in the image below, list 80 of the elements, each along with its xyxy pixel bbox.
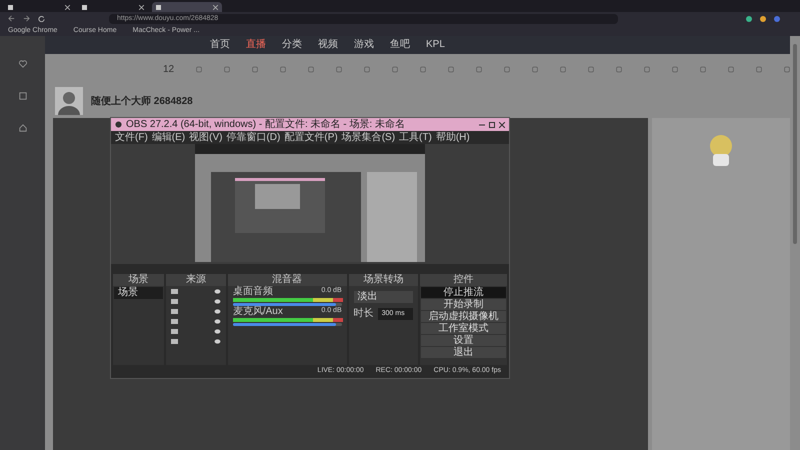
nav-link[interactable]: 游戏 (354, 40, 374, 50)
heart-icon[interactable] (18, 60, 26, 68)
toolbar-icon[interactable] (644, 64, 650, 74)
grid-icon[interactable] (18, 92, 26, 100)
page-icon (8, 4, 13, 10)
app-icon (115, 121, 122, 128)
transition-dropdown[interactable]: 淡出 (354, 291, 413, 303)
extension-icon[interactable] (774, 16, 780, 22)
toolbar-icon[interactable] (700, 64, 706, 74)
window-title: OBS 27.2.4 (64-bit, windows) - 配置文件: 未命名 - 场景: 未命名 (126, 120, 406, 130)
toolbar-icon[interactable] (728, 64, 734, 74)
toolbar-icon[interactable] (616, 64, 622, 74)
channel-name: 麦克风/Aux (232, 307, 283, 317)
toolbar-icon[interactable] (224, 64, 230, 74)
page-icon (82, 4, 87, 10)
close-icon[interactable] (65, 4, 70, 10)
dock-title: 场景转场 (348, 274, 418, 286)
browser-tab[interactable] (152, 2, 222, 12)
follower-count: 12 (162, 62, 174, 76)
maximize-icon[interactable] (489, 122, 495, 128)
extension-icon[interactable] (760, 16, 766, 22)
avatar-icon (55, 87, 83, 115)
dock-title: 场景 (113, 274, 164, 286)
nav-link[interactable]: 分类 (282, 40, 302, 50)
reload-icon[interactable] (38, 15, 45, 22)
nav-link[interactable]: KPL (426, 40, 445, 50)
dock-title: 来源 (166, 274, 226, 286)
control-button[interactable]: 设置 (420, 335, 506, 346)
toolbar-icon[interactable] (308, 64, 314, 74)
close-icon[interactable] (499, 122, 505, 128)
close-icon[interactable] (139, 4, 144, 10)
menu-item[interactable]: 场景集合(S) (342, 132, 396, 142)
channel-name: 桌面音频 (232, 287, 273, 297)
scene-item[interactable]: 场景 (114, 287, 164, 299)
control-button[interactable]: 退出 (420, 347, 506, 358)
home-icon[interactable] (18, 124, 26, 132)
volume-slider[interactable] (232, 303, 342, 306)
control-button[interactable]: 工作室模式 (420, 323, 506, 334)
toolbar-icon[interactable] (672, 64, 678, 74)
nav-link[interactable]: 鱼吧 (390, 40, 410, 50)
toolbar-icon[interactable] (784, 64, 790, 74)
dock-title: 混音器 (228, 274, 347, 286)
toolbar-icon[interactable] (280, 64, 286, 74)
toolbar-icon[interactable] (588, 64, 594, 74)
minimize-icon[interactable] (479, 122, 485, 128)
duration-label: 时长 (354, 309, 374, 319)
toolbar-icon[interactable] (336, 64, 342, 74)
close-icon[interactable] (213, 4, 218, 10)
control-button[interactable]: 开始录制 (420, 299, 506, 310)
nav-link[interactable]: 视频 (318, 40, 338, 50)
menu-item[interactable]: 配置文件(P) (284, 132, 338, 142)
menu-item[interactable]: 视图(V) (189, 132, 222, 142)
toolbar-icon[interactable] (560, 64, 566, 74)
toolbar-icon[interactable] (392, 64, 398, 74)
toolbar-icon[interactable] (532, 64, 538, 74)
menu-item[interactable]: 编辑(E) (152, 132, 186, 142)
forward-icon[interactable] (23, 15, 30, 22)
nav-link[interactable]: 直播 (246, 40, 266, 50)
volume-slider[interactable] (232, 323, 342, 326)
toolbar-icon[interactable] (420, 64, 426, 74)
toolbar-icon[interactable] (196, 64, 202, 74)
toolbar-icon[interactable] (364, 64, 370, 74)
toolbar-icon[interactable] (252, 64, 258, 74)
scrollbar[interactable] (793, 44, 797, 244)
control-button[interactable]: 启动虚拟摄像机 (420, 311, 506, 322)
extension-icon[interactable] (746, 16, 752, 22)
menu-item[interactable]: 停靠窗口(D) (226, 132, 280, 142)
toolbar-icon[interactable] (448, 64, 454, 74)
dock-title: 控件 (420, 274, 507, 286)
menu-item[interactable]: 帮助(H) (436, 132, 470, 142)
toolbar-icon[interactable] (756, 64, 762, 74)
page-icon (156, 4, 161, 10)
nav-link[interactable]: 首页 (210, 40, 230, 50)
streamer-name: 随便上个大师 2684828 (91, 94, 193, 108)
menu-item[interactable]: 工具(T) (399, 132, 432, 142)
back-icon[interactable] (8, 15, 15, 22)
control-button[interactable]: 停止推流 (420, 287, 506, 298)
toolbar-icon[interactable] (476, 64, 482, 74)
toolbar-icon[interactable] (504, 64, 510, 74)
menu-item[interactable]: 文件(F) (115, 132, 148, 142)
